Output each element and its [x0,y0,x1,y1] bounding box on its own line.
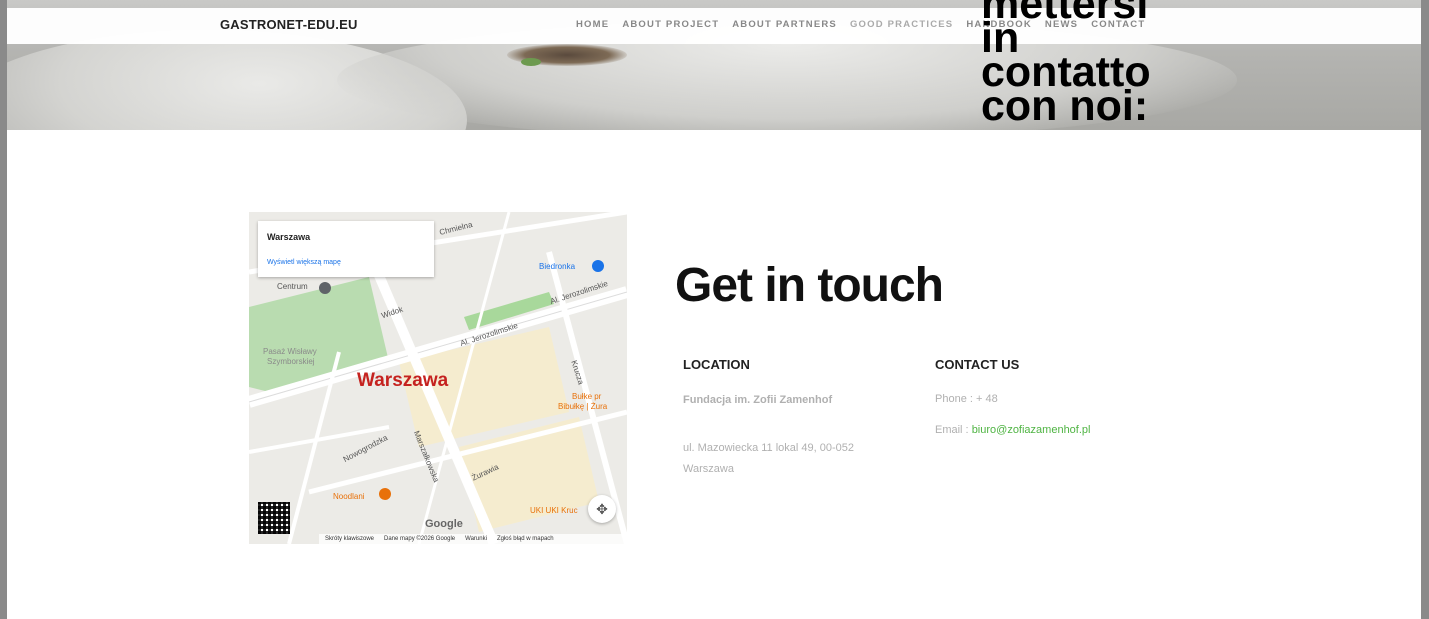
metro-icon [319,282,331,294]
map-place-bulke-1: Bułke pr [572,392,602,401]
location-org: Fundacja im. Zofii Zamenhof [683,394,833,406]
map-place-pasaz-2: Szymborskiej [267,357,315,366]
nav-home[interactable]: HOME [576,19,609,30]
move-icon: ✥ [596,501,608,517]
location-map[interactable]: Warszawa Wyświetl większą mapę Warszawa … [249,212,627,544]
page-title: Get in touch [675,259,944,312]
brand-logo[interactable]: GASTRONET-EDU.EU [220,17,358,32]
contact-email-row: Email : biuro@zofiazamenhof.pl [935,424,1090,436]
contact-phone: Phone : + 48 [935,393,998,405]
map-place-pasaz-1: Pasaż Wisławy [263,347,317,356]
overlay-heading: mettersi in contatto con noi: [981,0,1211,130]
qr-code-icon [258,502,290,534]
map-place-centrum: Centrum [277,282,308,291]
location-address-line1: ul. Mazowiecka 11 lokal 49, 00-052 [683,442,855,454]
map-info-card: Warszawa Wyświetl większą mapę [258,221,434,277]
map-place-bulke-2: Bibułkę | Żura [558,402,608,411]
contact-email-link[interactable]: biuro@zofiazamenhof.pl [972,424,1091,436]
nav-good-practices[interactable]: GOOD PRACTICES [850,19,953,30]
map-city-label: Warszawa [357,370,449,391]
location-address-line2: Warszawa [683,463,734,475]
map-place-uki: UKI UKI Kruc [530,506,578,515]
nav-about-project[interactable]: ABOUT PROJECT [622,19,719,30]
contact-email-label: Email : [935,424,972,436]
map-footer-report[interactable]: Zgłoś błąd w mapach [497,536,554,542]
recenter-button[interactable]: ✥ [588,495,616,523]
nav-about-partners[interactable]: ABOUT PARTNERS [732,19,837,30]
overlay-heading-line: con noi: [981,82,1149,130]
hero-herb [521,58,541,66]
shop-pin-icon [592,260,604,272]
map-footer-terms[interactable]: Warunki [465,536,487,542]
contact-heading: CONTACT US [935,357,1020,372]
restaurant-pin-icon [379,488,391,500]
map-place-biedronka: Biedronka [539,262,576,271]
map-larger-link[interactable]: Wyświetl większą mapę [267,259,341,266]
map-place-noodlani: Noodlani [333,492,365,501]
google-logo: Google [425,518,463,530]
map-footer-data: Dane mapy ©2026 Google [384,536,456,542]
map-footer-shortcuts[interactable]: Skróty klawiszowe [325,536,374,542]
location-heading: LOCATION [683,357,750,372]
map-card-title: Warszawa [267,232,311,242]
map-footer: Skróty klawiszowe Dane mapy ©2026 Google… [319,534,627,544]
